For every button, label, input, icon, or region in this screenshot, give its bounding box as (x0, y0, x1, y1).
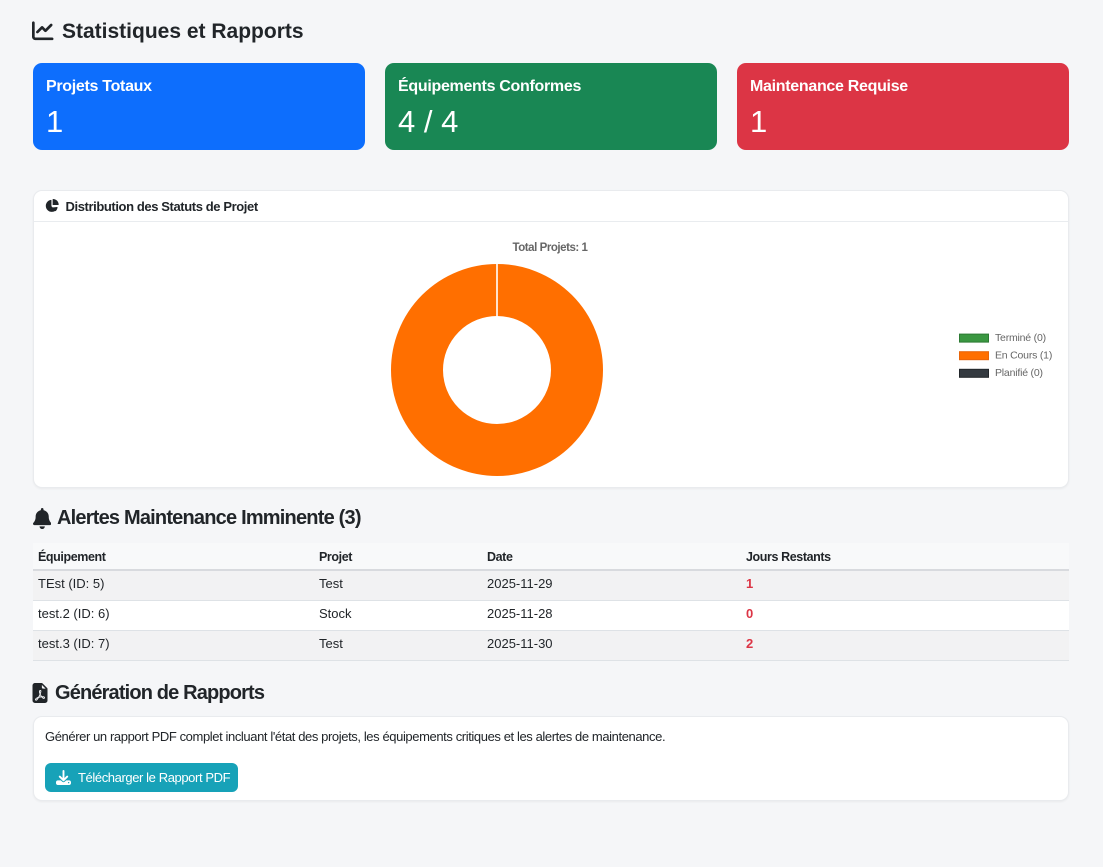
svg-text:Planifié (0): Planifié (0) (995, 367, 1043, 379)
svg-text:En Cours (1): En Cours (1) (995, 350, 1052, 362)
svg-text:Total Projets: 1: Total Projets: 1 (512, 242, 588, 254)
svg-text:Terminé (0): Terminé (0) (995, 332, 1046, 344)
